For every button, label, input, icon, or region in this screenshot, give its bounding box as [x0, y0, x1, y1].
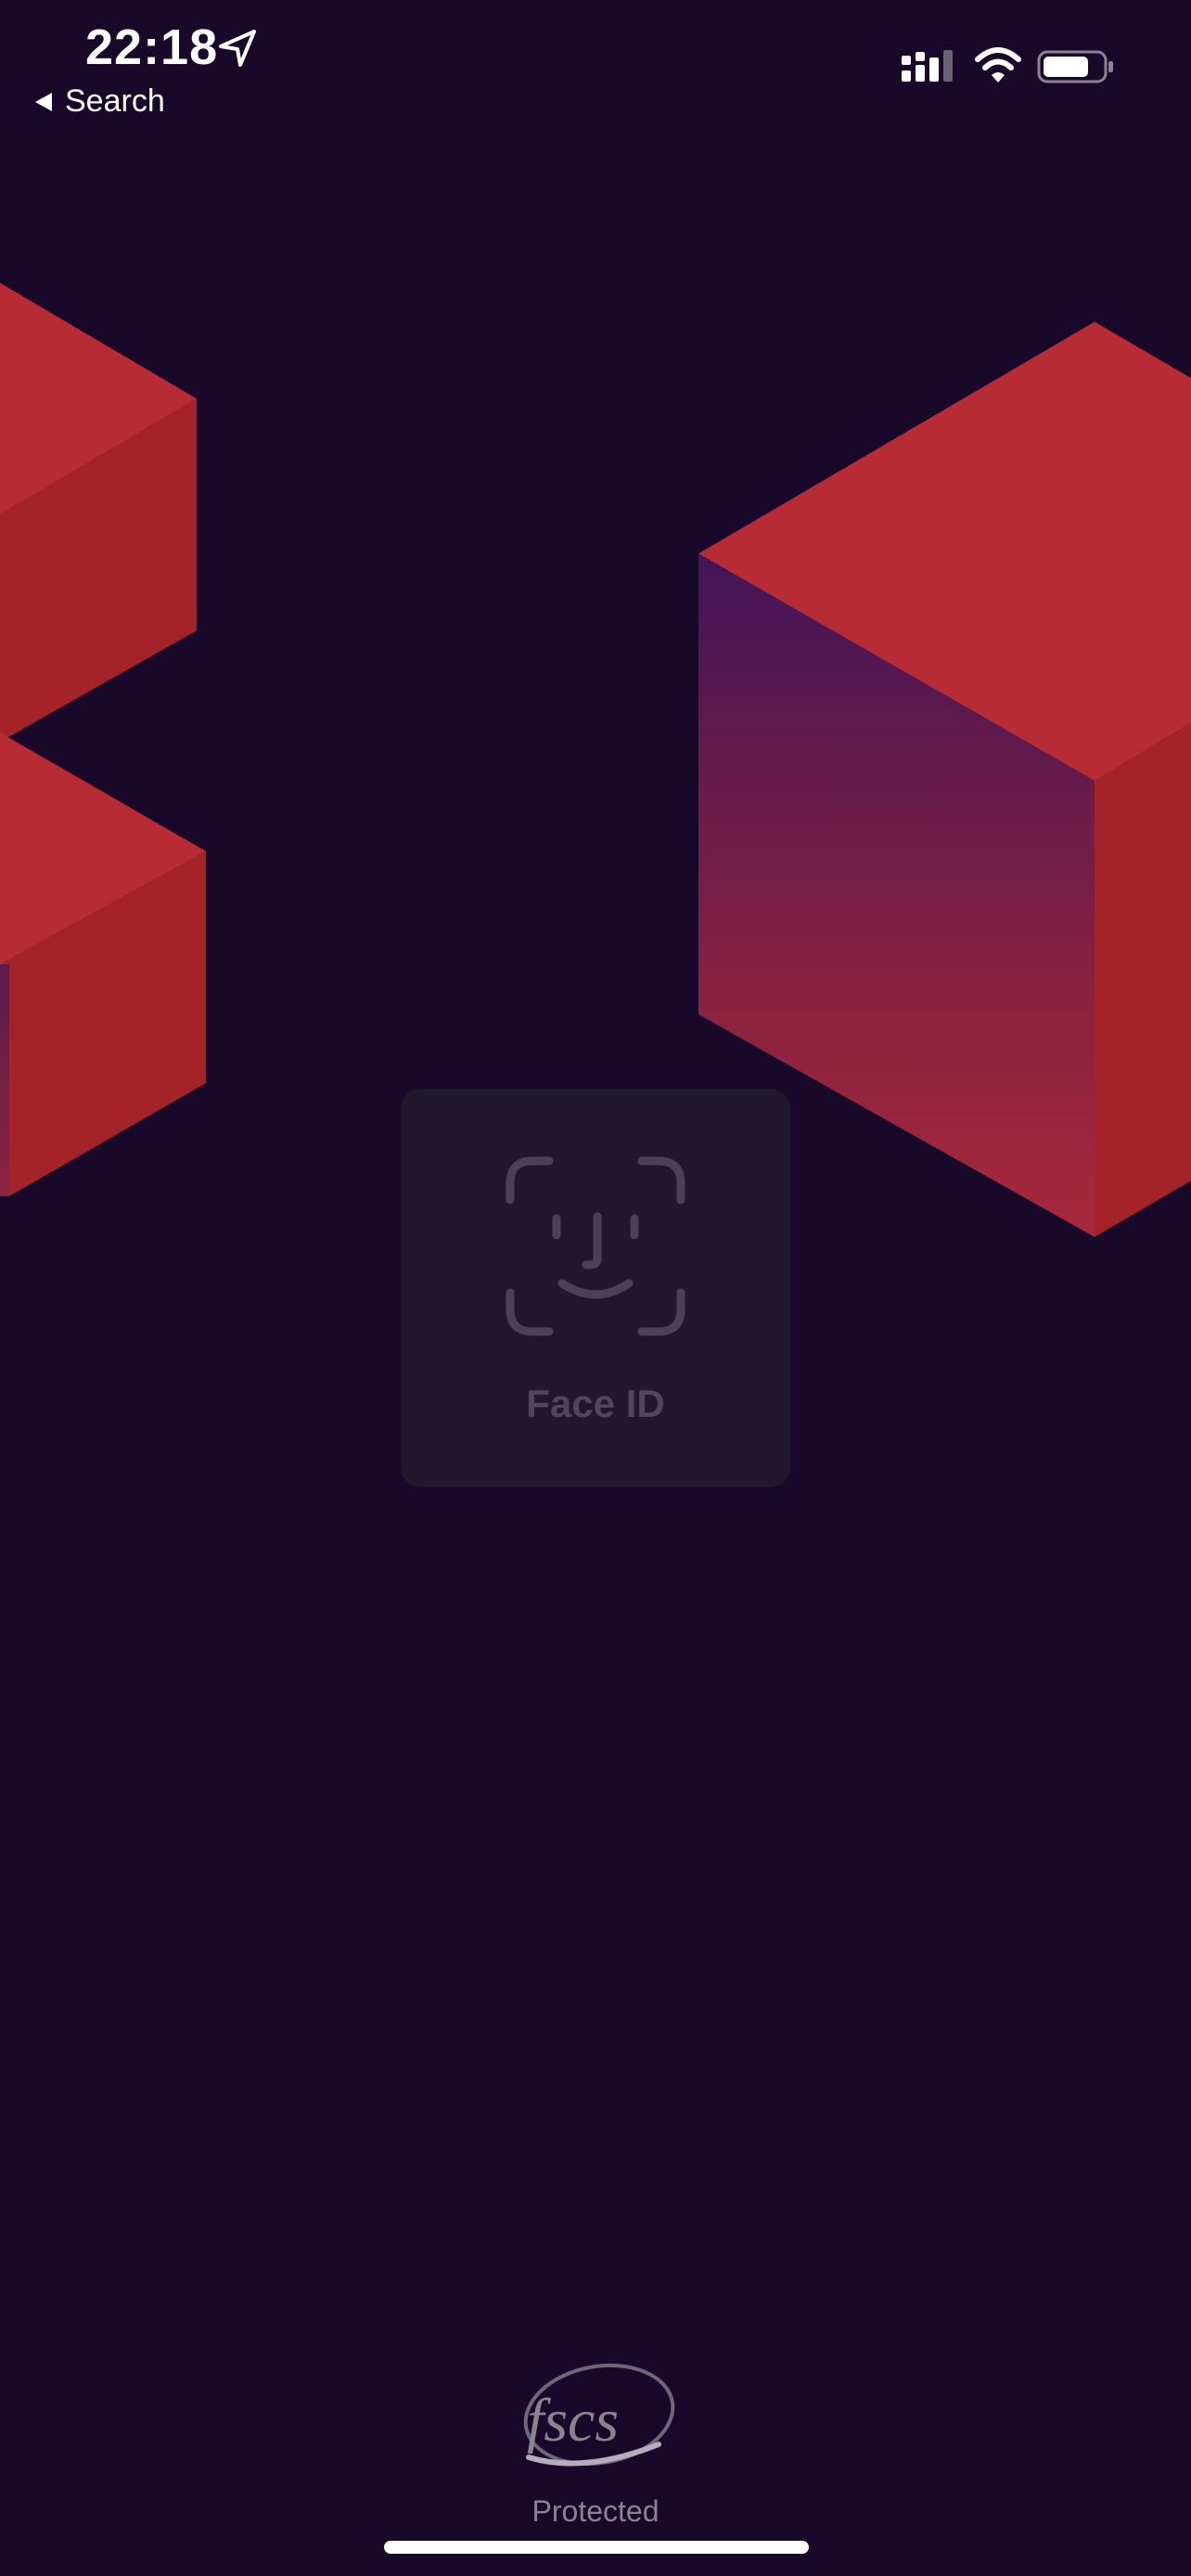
signal-icon: [902, 50, 953, 82]
home-indicator[interactable]: [384, 2541, 809, 2554]
faceid-dialog: Face ID: [401, 1089, 790, 1487]
battery-icon: [1037, 50, 1113, 83]
location-arrow-icon: [219, 30, 256, 67]
back-to-search-link[interactable]: Search: [33, 83, 165, 120]
back-arrow-icon: [35, 92, 52, 111]
cube-mid-left: [0, 733, 206, 1196]
wifi-icon: [975, 47, 1021, 83]
face-id-icon: [506, 1156, 685, 1336]
back-label: Search: [65, 83, 165, 119]
status-time: 22:18: [85, 19, 219, 75]
fscs-logo-text: fscs: [527, 2387, 619, 2455]
faceid-label: Face ID: [526, 1382, 665, 1425]
screen: 22:18 Search Face ID fscs Protected: [0, 0, 1191, 2576]
cube-top-left: [0, 283, 197, 742]
fscs-logo: fscs: [523, 2363, 675, 2467]
protected-label: Protected: [531, 2494, 660, 2528]
